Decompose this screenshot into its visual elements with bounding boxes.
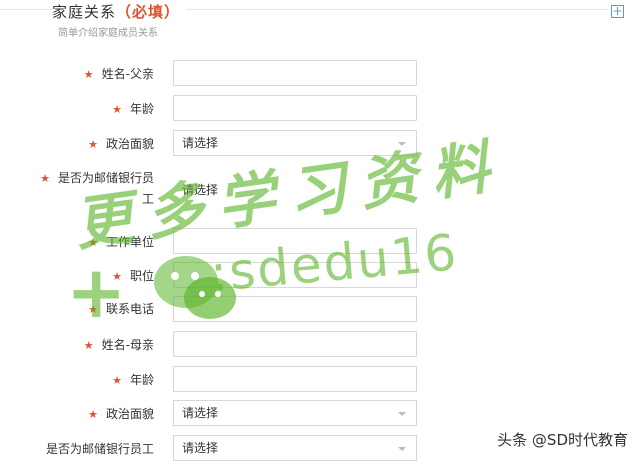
field-label-mother-political: ★ 政治面貌 [88,407,154,421]
mother-age-input[interactable] [173,366,417,392]
plus-square-icon[interactable]: + [611,5,624,18]
required-star: ★ [83,339,94,352]
father-age-input[interactable] [173,95,417,121]
required-star: ★ [112,374,122,387]
section-title: 家庭关系（必填） [52,1,187,22]
required-star: ★ [40,172,50,185]
field-label-father-political: ★ 政治面貌 [88,137,154,151]
section-subtitle: 简单介绍家庭成员关系 [58,28,158,39]
mother-employee-select[interactable]: 请选择 [173,435,417,461]
father-name-input[interactable] [173,60,417,86]
chevron-down-icon [398,447,406,451]
section-title-text: 家庭关系 [52,3,117,21]
select-value: 请选择 [182,406,219,420]
mother-political-select[interactable]: 请选择 [173,400,417,426]
select-value: 请选择 [182,136,219,150]
select-value: 请选择 [182,441,219,455]
mother-name-input[interactable] [173,331,417,357]
footer-watermark: 头条 @SD时代教育 [497,431,628,449]
required-star: ★ [83,68,94,81]
required-star: ★ [88,138,98,151]
field-label-mother-employee: 是否为邮储银行员工 [45,442,154,456]
field-label-father-name: ★ 姓名-父亲 [83,67,154,81]
watermark-plus-icon: + [66,250,127,334]
chevron-down-icon [398,412,406,416]
required-star: ★ [112,103,122,116]
required-star: ★ [88,408,98,421]
field-label-mother-age: ★ 年龄 [112,373,154,387]
required-tag: （必填） [116,3,181,21]
field-label-mother-name: ★ 姓名-母亲 [83,338,154,352]
field-label-father-age: ★ 年龄 [112,102,154,116]
